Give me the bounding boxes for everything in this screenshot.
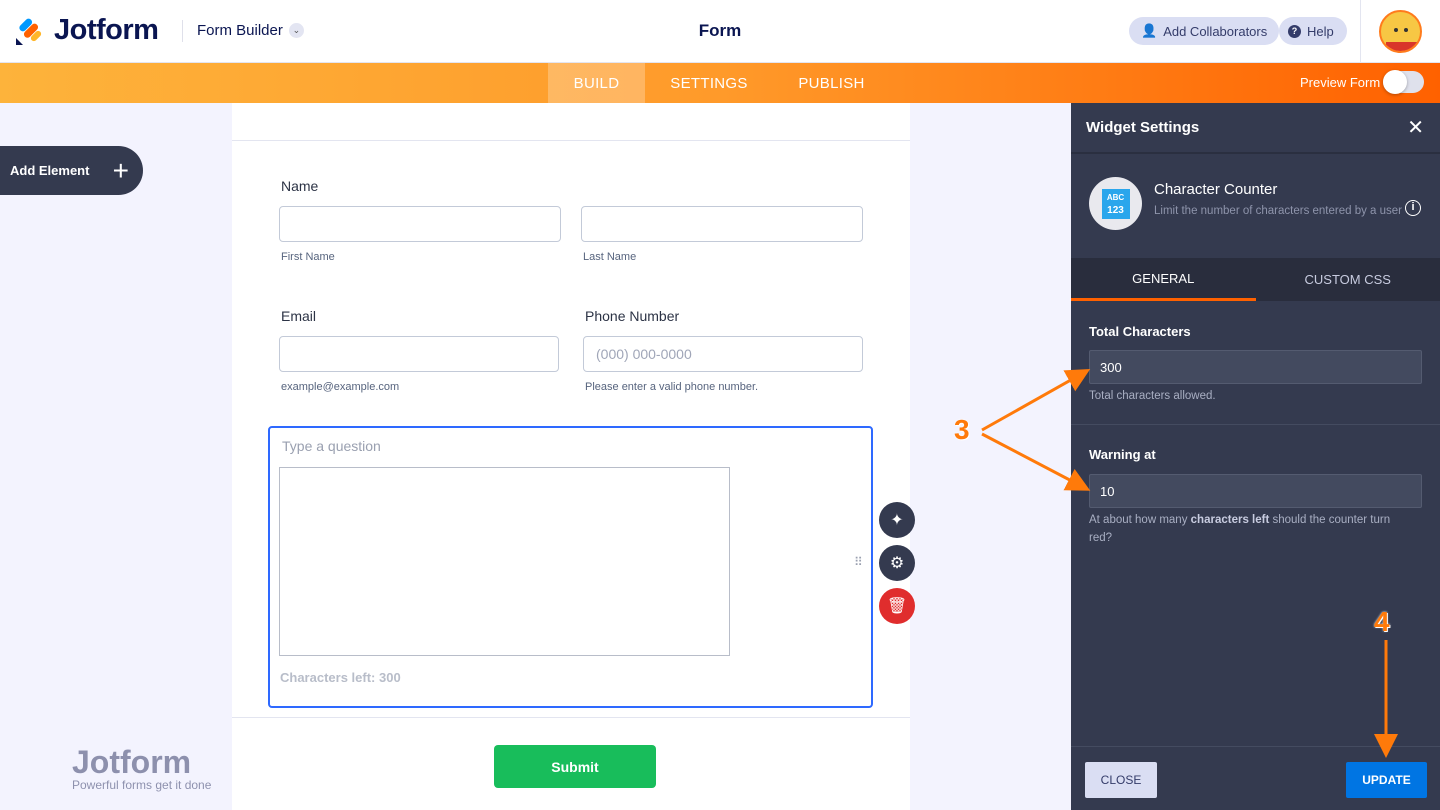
- annotation-step-3: 3: [954, 414, 970, 445]
- annotation-arrows: [981, 369, 1398, 758]
- annotation-step-4: 4: [1374, 606, 1390, 637]
